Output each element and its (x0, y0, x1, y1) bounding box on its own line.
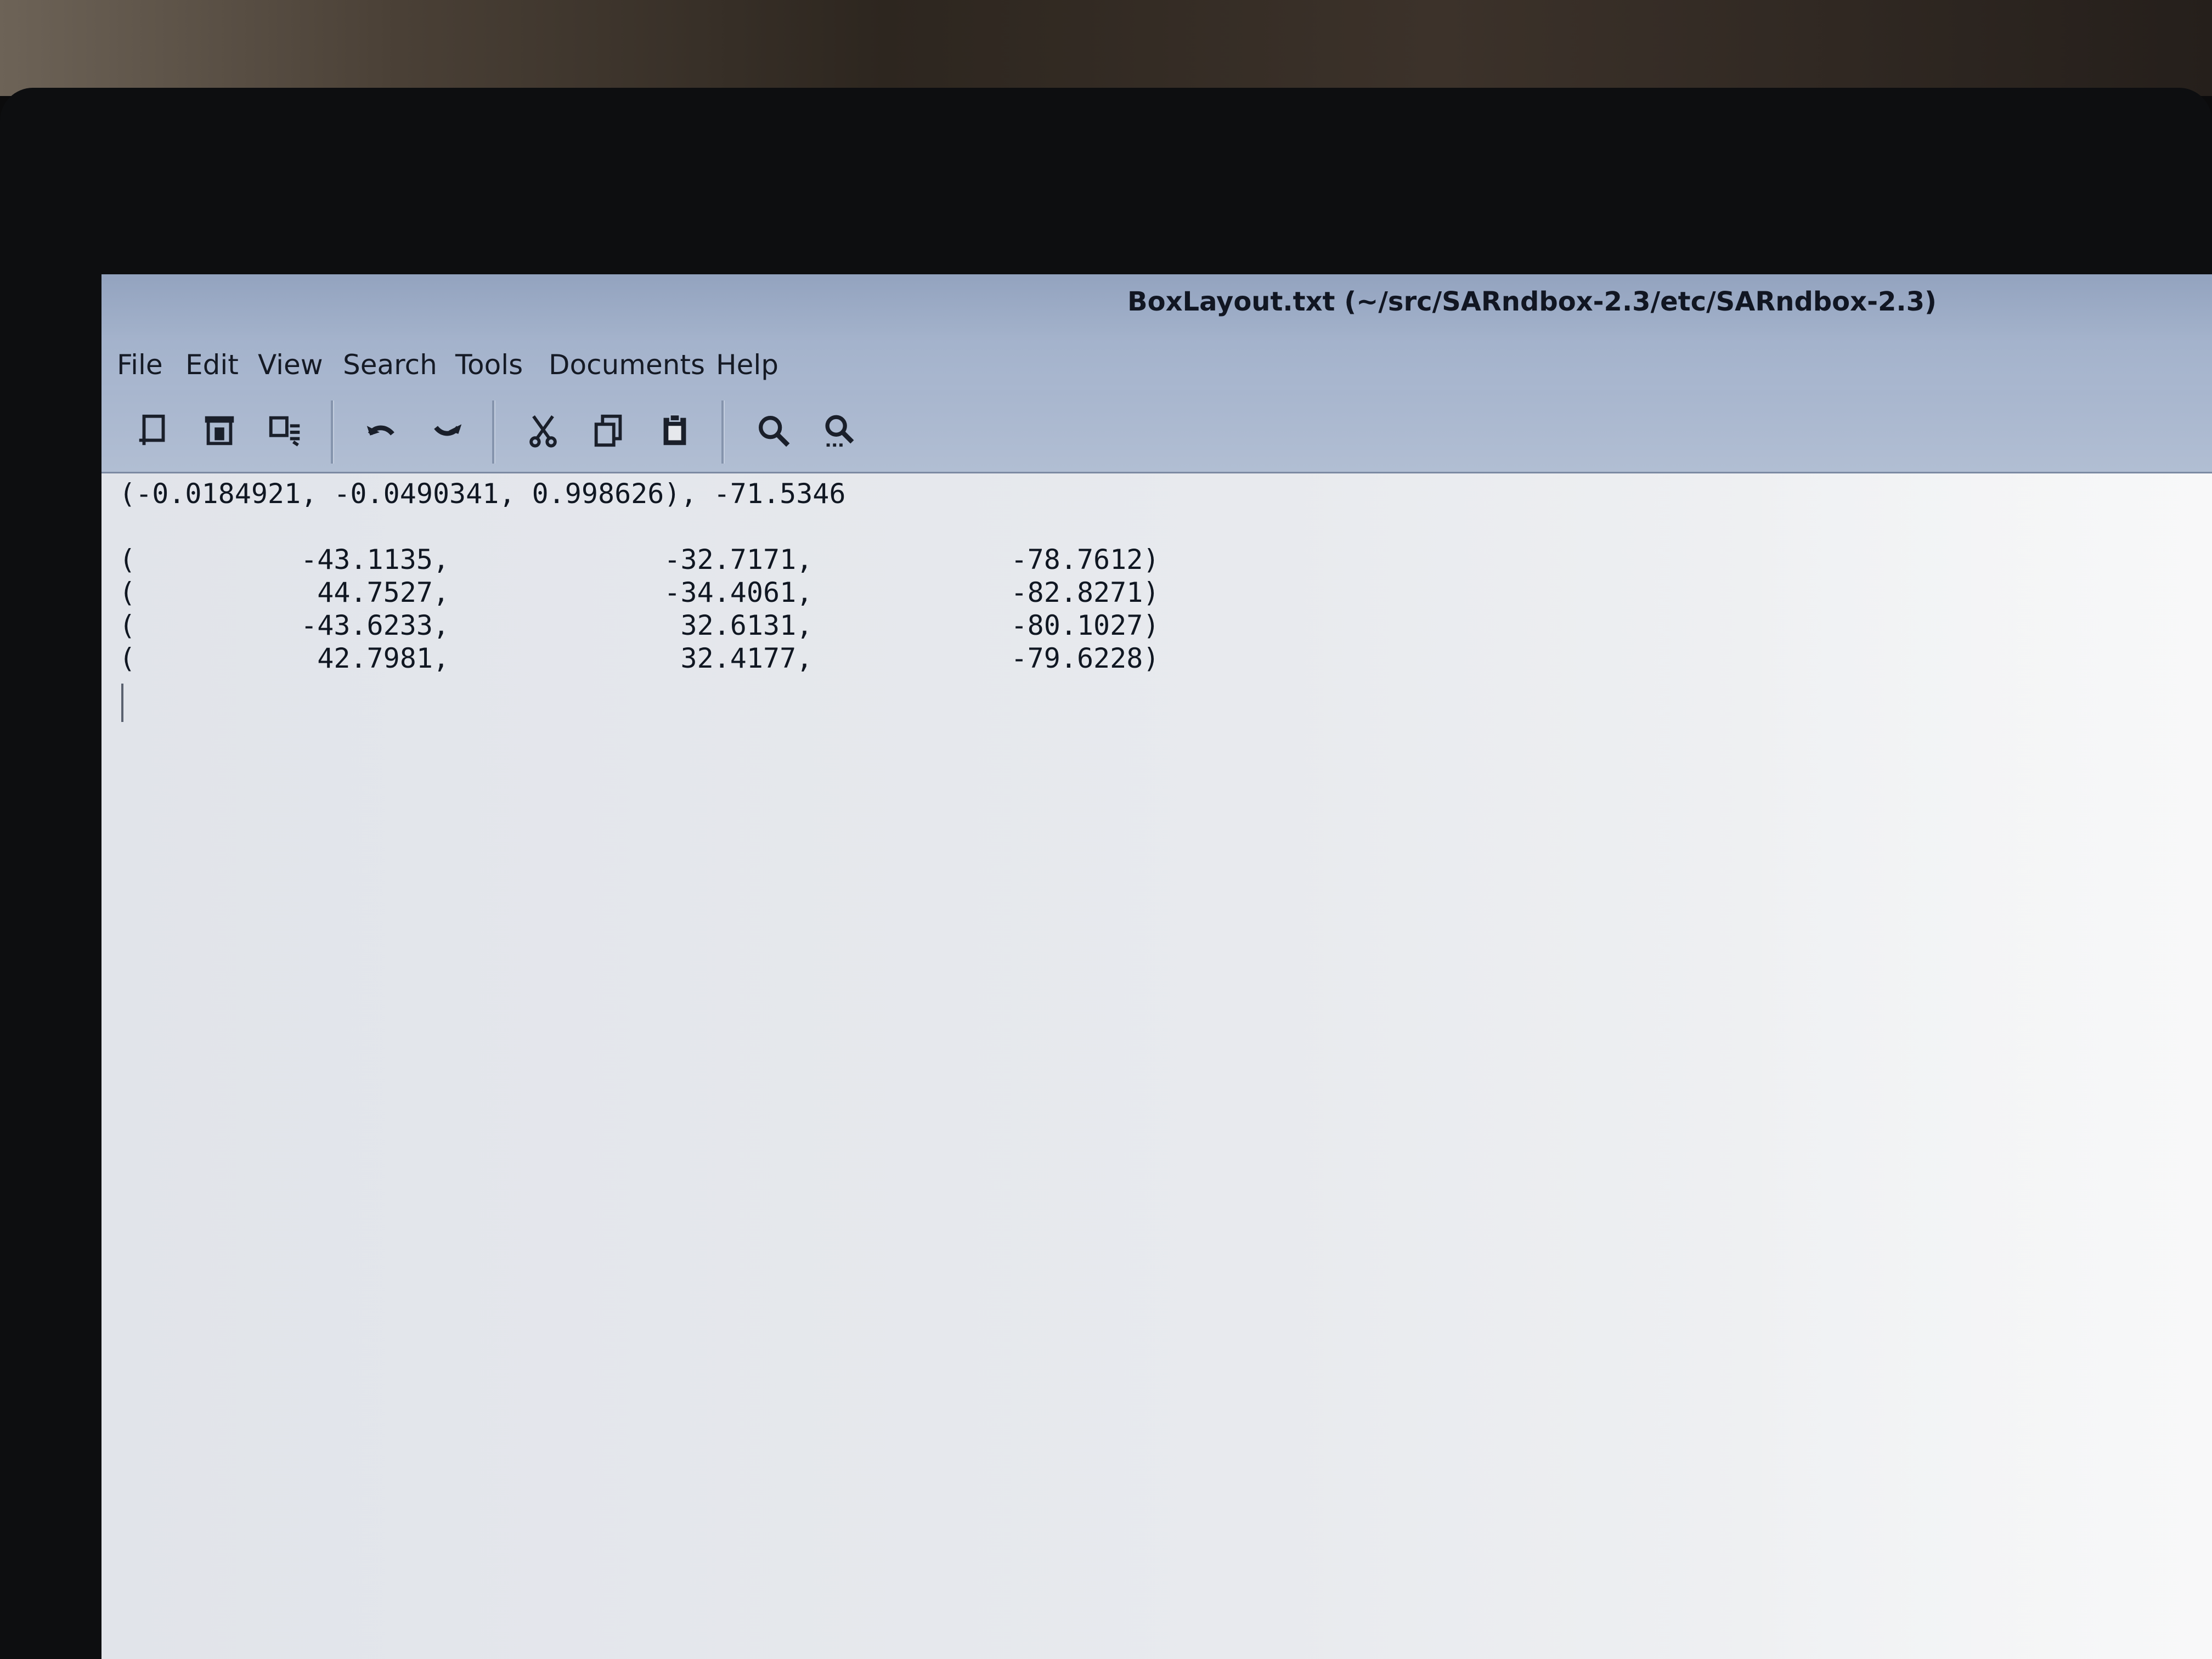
text-line: ( 44.7527, -34.4061, -82.8271) (119, 577, 1160, 608)
toolbar (101, 390, 2212, 473)
paste-icon[interactable] (650, 406, 699, 455)
toolbar-separator (721, 400, 725, 464)
cut-icon[interactable] (518, 406, 568, 455)
copy-icon[interactable] (584, 406, 634, 455)
text-line: ( -43.6233, 32.6131, -80.1027) (119, 610, 1160, 641)
find-replace-icon[interactable] (815, 406, 864, 455)
menu-documents[interactable]: Documents (549, 349, 705, 381)
open-document-icon[interactable] (195, 406, 244, 455)
menu-bar: File Edit View Search Tools Documents He… (101, 335, 2212, 390)
text-line: ( 42.7981, 32.4177, -79.6228) (119, 642, 1160, 674)
text-line: ( -43.1135, -32.7171, -78.7612) (119, 544, 1160, 575)
toolbar-separator (331, 400, 334, 464)
window-title: BoxLayout.txt (~/src/SARndbox-2.3/etc/SA… (1127, 286, 1937, 317)
menu-file[interactable]: File (117, 349, 163, 381)
redo-icon[interactable] (422, 406, 472, 455)
find-icon[interactable] (749, 406, 798, 455)
title-bar[interactable]: BoxLayout.txt (~/src/SARndbox-2.3/etc/SA… (101, 274, 2212, 335)
text-cursor (121, 684, 123, 722)
text-line: (-0.0184921, -0.0490341, 0.998626), -71.… (119, 478, 846, 510)
menu-help[interactable]: Help (716, 349, 778, 381)
text-editor-window: BoxLayout.txt (~/src/SARndbox-2.3/etc/SA… (101, 274, 2212, 1659)
background-wall (0, 0, 2212, 96)
text-editor-area[interactable]: (-0.0184921, -0.0490341, 0.998626), -71.… (101, 473, 2212, 1659)
menu-edit[interactable]: Edit (185, 349, 239, 381)
menu-tools[interactable]: Tools (455, 349, 523, 381)
menu-search[interactable]: Search (343, 349, 437, 381)
menu-view[interactable]: View (258, 349, 323, 381)
save-document-icon[interactable] (261, 406, 310, 455)
undo-icon[interactable] (357, 406, 406, 455)
toolbar-separator (492, 400, 495, 464)
new-document-icon[interactable] (129, 406, 178, 455)
